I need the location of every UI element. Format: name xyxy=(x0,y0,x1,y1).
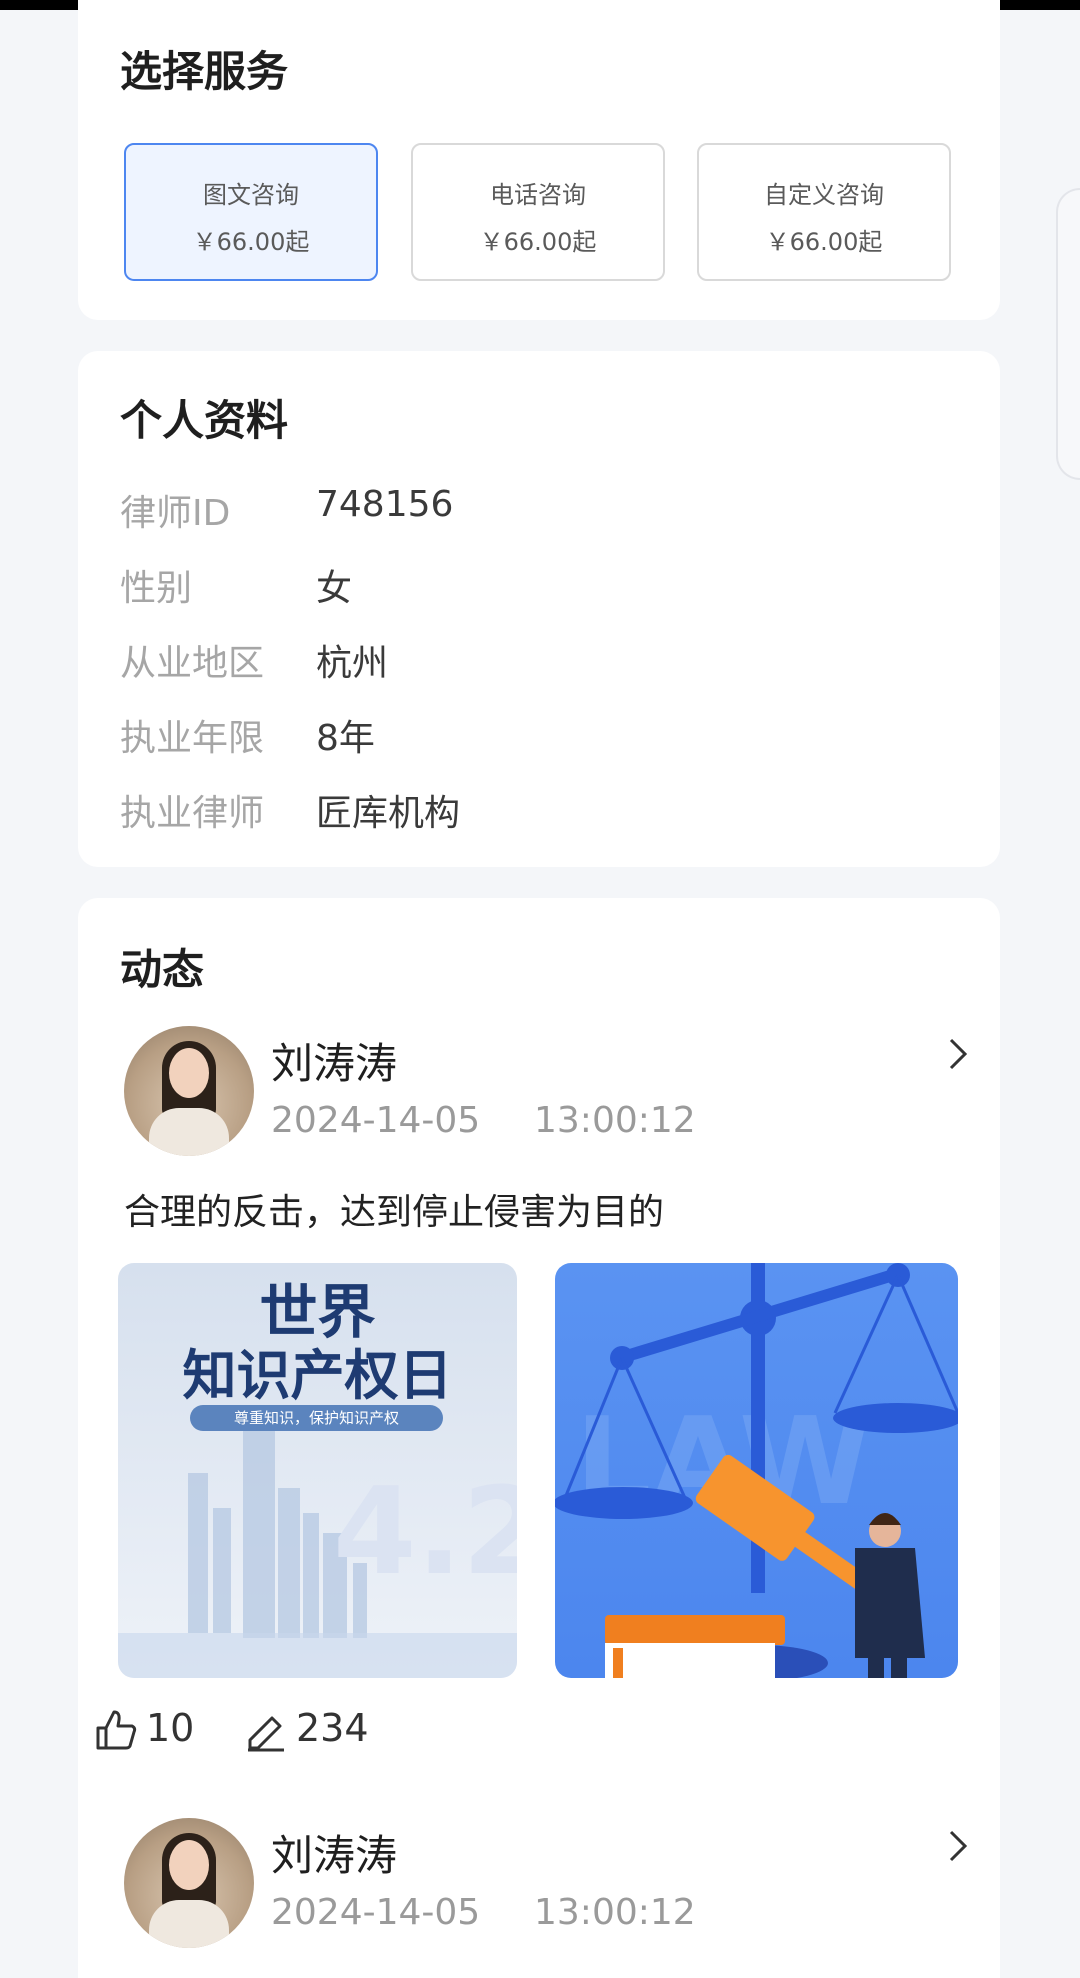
profile-section-title: 个人资料 xyxy=(120,396,289,445)
profile-card: 个人资料 律师ID 748156 性别 女 从业地区 杭州 执业年限 8年 执业… xyxy=(78,351,1000,867)
post-text: 合理的反击，达到停止侵害为目的 xyxy=(124,1192,665,1233)
service-option-text-consult[interactable]: 图文咨询 ￥66.00起 xyxy=(124,143,378,281)
service-option-price: ￥66.00起 xyxy=(479,228,597,256)
service-option-name: 电话咨询 xyxy=(490,181,586,209)
edit-comment-icon[interactable] xyxy=(244,1708,288,1756)
profile-value: 杭州 xyxy=(316,643,389,684)
post-time: 13:00:12 xyxy=(534,1892,696,1933)
svg-text:4.26: 4.26 xyxy=(333,1463,517,1602)
like-count: 10 xyxy=(146,1706,195,1750)
author-avatar[interactable] xyxy=(124,1026,254,1156)
service-section-title: 选择服务 xyxy=(120,47,289,96)
comment-count: 234 xyxy=(296,1706,369,1750)
service-option-name: 图文咨询 xyxy=(203,181,299,209)
profile-value: 匠库机构 xyxy=(316,793,461,834)
post-time: 13:00:12 xyxy=(534,1100,696,1141)
service-option-name: 自定义咨询 xyxy=(764,181,884,209)
service-option-custom-consult[interactable]: 自定义咨询 ￥66.00起 xyxy=(697,143,951,281)
post-date: 2024-14-05 xyxy=(271,1100,481,1141)
service-selection-card: 选择服务 图文咨询 ￥66.00起 电话咨询 ￥66.00起 自定义咨询 ￥66… xyxy=(78,0,1000,320)
profile-value: 748156 xyxy=(316,484,454,525)
poster-subtitle: 尊重知识，保护知识产权 xyxy=(233,1409,399,1427)
profile-value: 女 xyxy=(316,568,353,609)
side-drawer-handle[interactable] xyxy=(1056,188,1080,480)
profile-key: 从业地区 xyxy=(120,643,265,684)
service-option-price: ￥66.00起 xyxy=(765,228,883,256)
thumbs-up-icon[interactable] xyxy=(94,1708,138,1756)
profile-key: 性别 xyxy=(120,568,193,609)
chevron-right-icon[interactable] xyxy=(946,1826,970,1876)
feed-card: 动态 刘涛涛 2024-14-05 13:00:12 合理的反击，达到停止侵害为… xyxy=(78,898,1000,1978)
post-date: 2024-14-05 xyxy=(271,1892,481,1933)
profile-key: 执业律师 xyxy=(120,793,265,834)
feed-section-title: 动态 xyxy=(120,945,205,994)
poster-title-line2: 知识产权日 xyxy=(182,1344,453,1407)
post-author-name[interactable]: 刘涛涛 xyxy=(271,1030,397,1091)
profile-value: 8年 xyxy=(316,718,375,759)
post-author-name[interactable]: 刘涛涛 xyxy=(271,1822,397,1883)
service-option-price: ￥66.00起 xyxy=(192,228,310,256)
chevron-right-icon[interactable] xyxy=(946,1034,970,1084)
profile-key: 执业年限 xyxy=(120,718,265,759)
post-image-ip-day[interactable]: 4.26 世界 知识产权日 尊重知识，保护知识产权 xyxy=(118,1263,517,1678)
service-option-phone-consult[interactable]: 电话咨询 ￥66.00起 xyxy=(411,143,665,281)
author-avatar[interactable] xyxy=(124,1818,254,1948)
post-image-justice-scales[interactable]: LAW xyxy=(555,1263,958,1678)
profile-key: 律师ID xyxy=(120,493,231,534)
